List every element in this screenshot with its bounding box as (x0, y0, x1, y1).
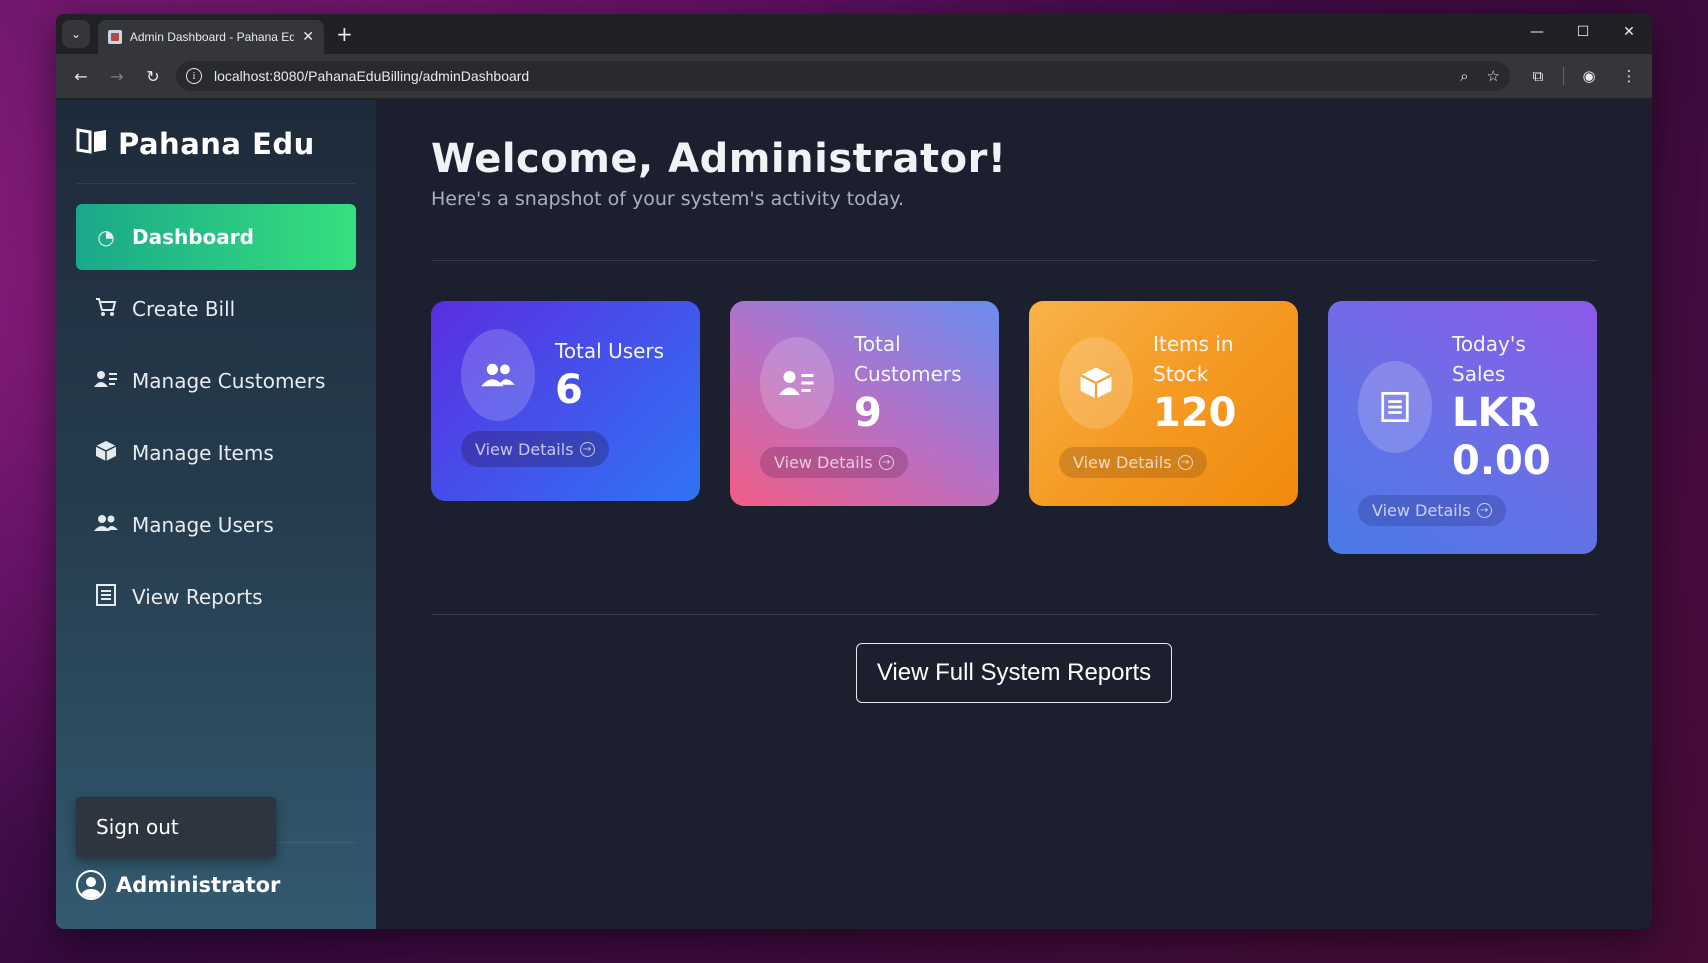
close-icon[interactable]: ✕ (302, 29, 314, 45)
browser-toolbar: ← → ↻ i localhost:8080/PahanaEduBilling/… (56, 54, 1652, 98)
button-label: View Details (1073, 453, 1172, 472)
address-card-icon (94, 369, 118, 394)
gauge-icon: ◔ (97, 225, 115, 249)
arrow-right-circle-icon: → (579, 441, 595, 457)
zoom-icon[interactable]: ⌕ (1460, 67, 1468, 85)
profile-icon[interactable]: ◉ (1574, 61, 1604, 91)
sidebar-item-label: Dashboard (132, 225, 254, 249)
brand-name: Pahana Edu (118, 126, 315, 161)
brand[interactable]: Pahana Edu (76, 120, 356, 184)
card-label: Total Users (555, 339, 665, 363)
arrow-right-circle-icon: → (1476, 503, 1492, 518)
menu-icon[interactable]: ⋮ (1614, 61, 1644, 91)
view-details-button[interactable]: View Details → (461, 431, 609, 467)
card-label: Total Customers (854, 332, 962, 386)
window-controls: — ☐ ✕ (1514, 14, 1652, 50)
box-icon (94, 440, 118, 467)
card-value: 9 (854, 390, 882, 436)
sidebar-item-label: View Reports (132, 585, 263, 609)
browser-tab[interactable]: Admin Dashboard - Pahana Edu ✕ (98, 20, 324, 54)
card-label: Items in Stock (1153, 332, 1234, 386)
url-text[interactable]: localhost:8080/PahanaEduBilling/adminDas… (214, 68, 1442, 84)
section-divider (431, 614, 1597, 615)
sidebar-item-manage-customers[interactable]: Manage Customers (76, 348, 356, 414)
view-details-button[interactable]: View Details → (1358, 495, 1506, 526)
card-value: 6 (555, 367, 583, 413)
stat-card-todays-sales: Today's Sales LKR 0.00 View Details → (1328, 301, 1597, 554)
forward-icon[interactable]: → (102, 61, 132, 91)
back-icon[interactable]: ← (66, 61, 96, 91)
tab-strip: ⌄ Admin Dashboard - Pahana Edu ✕ + — ☐ ✕ (56, 14, 1652, 54)
reload-icon[interactable]: ↻ (138, 61, 168, 91)
view-full-reports-button[interactable]: View Full System Reports (855, 643, 1173, 703)
user-circle-icon (76, 870, 106, 900)
receipt-icon (1358, 361, 1432, 453)
button-label: View Details (774, 453, 873, 472)
toolbar-separator (1563, 67, 1564, 85)
users-icon (94, 513, 118, 538)
address-bar[interactable]: i localhost:8080/PahanaEduBilling/adminD… (176, 61, 1510, 91)
maximize-icon[interactable]: ☐ (1560, 14, 1606, 50)
sidebar-item-label: Manage Users (132, 513, 274, 537)
main-content: Welcome, Administrator! Here's a snapsho… (376, 100, 1652, 929)
section-divider (431, 260, 1597, 261)
tab-search-icon[interactable]: ⌄ (62, 20, 90, 48)
arrow-right-circle-icon: → (878, 455, 894, 470)
star-icon[interactable]: ☆ (1487, 67, 1500, 85)
button-label: View Details (475, 439, 574, 459)
view-details-button[interactable]: View Details → (1059, 447, 1207, 478)
page-content: Pahana Edu ◔ Dashboard Create Bill Manag… (56, 100, 1652, 929)
stat-card-items-in-stock: Items in Stock 120 View Details → (1029, 301, 1298, 506)
cart-icon (94, 297, 118, 322)
minimize-icon[interactable]: — (1514, 14, 1560, 50)
arrow-right-circle-icon: → (1177, 455, 1193, 470)
sidebar-item-label: Manage Customers (132, 369, 326, 393)
tab-title: Admin Dashboard - Pahana Edu (129, 30, 295, 44)
extensions-icon[interactable]: ⧉ (1523, 61, 1553, 91)
favicon-icon (108, 30, 122, 44)
site-info-icon[interactable]: i (186, 68, 202, 84)
sidebar-item-label: Create Bill (132, 297, 236, 321)
plus-icon[interactable]: + (336, 22, 353, 46)
sidebar-item-manage-items[interactable]: Manage Items (76, 420, 356, 486)
browser-window: ⌄ Admin Dashboard - Pahana Edu ✕ + — ☐ ✕… (56, 14, 1652, 929)
view-details-button[interactable]: View Details → (760, 447, 908, 478)
page-subtitle: Here's a snapshot of your system's activ… (431, 188, 904, 210)
button-label: View Details (1372, 501, 1471, 520)
user-menu[interactable]: Administrator (76, 870, 280, 900)
box-icon (1059, 337, 1133, 429)
window-close-icon[interactable]: ✕ (1606, 14, 1652, 50)
users-icon (461, 329, 535, 421)
card-value: LKR 0.00 (1452, 390, 1551, 484)
card-value: 120 (1153, 390, 1237, 436)
sidebar-item-manage-users[interactable]: Manage Users (76, 492, 356, 558)
sidebar: Pahana Edu ◔ Dashboard Create Bill Manag… (56, 100, 376, 929)
book-open-icon (76, 126, 108, 161)
sidebar-item-create-bill[interactable]: Create Bill (76, 276, 356, 342)
sidebar-item-view-reports[interactable]: View Reports (76, 564, 356, 630)
stat-card-total-users: Total Users 6 View Details → (431, 301, 700, 501)
address-card-icon (760, 337, 834, 429)
sidebar-nav: ◔ Dashboard Create Bill Manage Customers (76, 204, 356, 630)
stat-cards: Total Users 6 View Details → Total Custo… (431, 301, 1597, 554)
card-label: Today's Sales (1452, 332, 1526, 386)
signout-menu-item[interactable]: Sign out (76, 797, 276, 857)
sidebar-item-dashboard[interactable]: ◔ Dashboard (76, 204, 356, 270)
sidebar-item-label: Manage Items (132, 441, 274, 465)
page-title: Welcome, Administrator! (431, 136, 1007, 182)
receipt-icon (94, 583, 118, 611)
stat-card-total-customers: Total Customers 9 View Details → (730, 301, 999, 506)
user-name: Administrator (116, 873, 281, 897)
